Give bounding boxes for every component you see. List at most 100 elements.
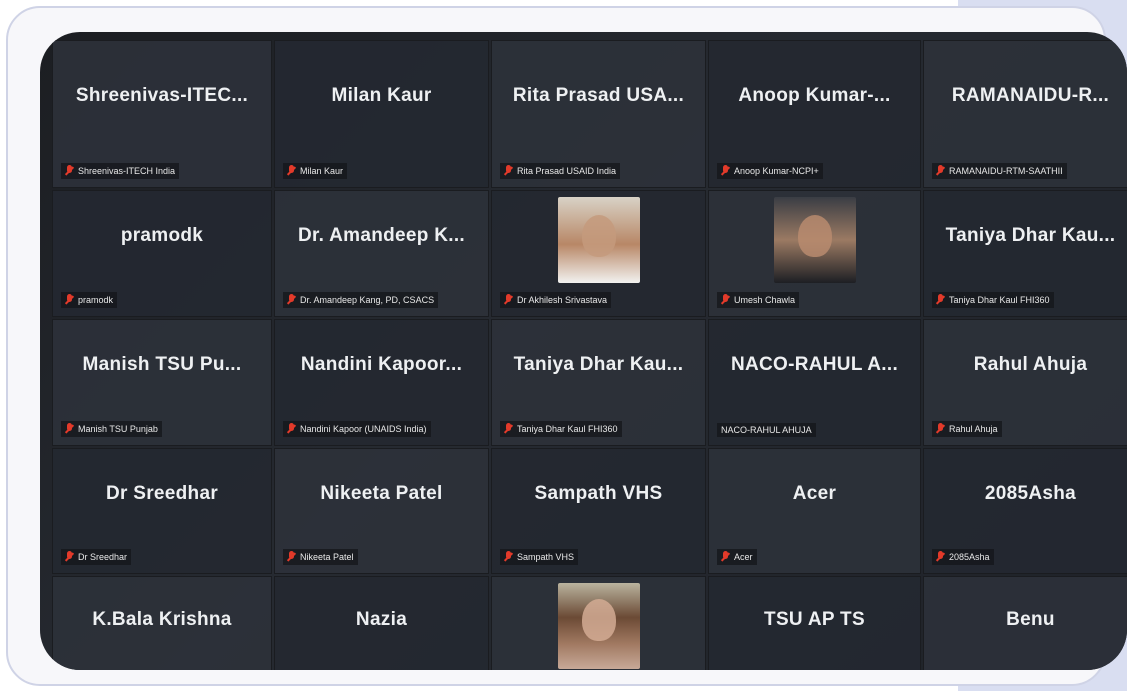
- participant-name-tag: 2085Asha: [932, 549, 994, 565]
- mic-muted-icon: [65, 294, 74, 306]
- participant-tag-label: Nikeeta Patel: [300, 552, 354, 562]
- participant-face: [797, 215, 832, 257]
- participant-name-tag: Dr Akhilesh Srivastava: [500, 292, 612, 308]
- participant-tile[interactable]: Shreenivas-ITEC... Shreenivas-ITECH India: [52, 40, 272, 188]
- participant-name-tag: Dr. Amandeep Kang, PD, CSACS: [283, 292, 439, 308]
- participant-name-tag: NACO-RAHUL AHUJA: [717, 423, 816, 437]
- mic-muted-icon: [936, 294, 945, 306]
- participant-tile[interactable]: Taniya Dhar Kau... Taniya Dhar Kaul FHI36…: [923, 190, 1127, 317]
- mic-muted-icon: [504, 165, 513, 177]
- participant-tile[interactable]: Acer Acer: [708, 448, 921, 574]
- participant-tag-label: Rahul Ahuja: [949, 424, 998, 434]
- participant-tag-label: Manish TSU Punjab: [78, 424, 158, 434]
- mic-muted-icon: [504, 551, 513, 563]
- participant-tag-label: Sampath VHS: [517, 552, 575, 562]
- participant-display-name: Rita Prasad USA...: [512, 85, 685, 107]
- participant-name-tag: Sampath VHS: [500, 549, 579, 565]
- participant-display-name: Dr Sreedhar: [105, 482, 219, 504]
- participant-name-tag: Nandini Kapoor (UNAIDS India): [283, 421, 431, 437]
- mic-muted-icon: [287, 551, 296, 563]
- mic-muted-icon: [65, 423, 74, 435]
- participant-tile[interactable]: BenuBenu: [923, 576, 1127, 670]
- participant-tag-label: Shreenivas-ITECH India: [78, 166, 176, 176]
- participant-tile[interactable]: 2085Asha 2085Asha: [923, 448, 1127, 574]
- participant-name-tag: Shreenivas-ITECH India: [61, 163, 180, 179]
- participant-display-name: NACO-RAHUL A...: [730, 354, 899, 375]
- participant-display-name: pramodk: [120, 225, 204, 246]
- participant-display-name: TSU AP TS: [764, 609, 865, 631]
- participant-display-name: Manish TSU Pu...: [82, 354, 242, 375]
- participant-tile[interactable]: Sampath VHS Sampath VHS: [491, 448, 706, 574]
- participant-tag-label: pramodk: [78, 295, 114, 305]
- participant-tile[interactable]: Dr Sreedhar Dr Sreedhar: [52, 448, 272, 574]
- participant-tile[interactable]: Rahul Ahuja Rahul Ahuja: [923, 319, 1127, 446]
- participant-gallery-grid: Shreenivas-ITEC... Shreenivas-ITECH India…: [52, 40, 1127, 670]
- mic-muted-icon: [65, 551, 74, 563]
- mic-muted-icon: [721, 165, 730, 177]
- participant-name-tag: pramodk: [61, 292, 118, 308]
- mic-muted-icon: [504, 294, 513, 306]
- participant-video-thumbnail: [557, 197, 640, 283]
- participant-display-name: RAMANAIDU-R...: [951, 85, 1110, 107]
- participant-display-name: Taniya Dhar Kau...: [945, 225, 1116, 246]
- participant-display-name: Nikeeta Patel: [320, 482, 443, 504]
- participant-name-tag: Milan Kaur: [283, 163, 348, 179]
- mic-muted-icon: [936, 551, 945, 563]
- participant-name-tag: Umesh Chawla: [717, 292, 800, 308]
- participant-tag-label: Acer: [734, 552, 753, 562]
- participant-name-tag: RAMANAIDU-RTM-SAATHII: [932, 163, 1067, 179]
- participant-tile[interactable]: Nandini Kapoor... Nandini Kapoor (UNAIDS …: [274, 319, 489, 446]
- meeting-screen: Shreenivas-ITEC... Shreenivas-ITECH India…: [40, 32, 1127, 670]
- participant-display-name: Taniya Dhar Kau...: [513, 354, 684, 375]
- participant-tag-label: Dr Sreedhar: [78, 552, 128, 562]
- participant-tile[interactable]: Milan Kaur Milan Kaur: [274, 40, 489, 188]
- participant-display-name: K.Bala Krishna: [92, 609, 232, 631]
- participant-tile[interactable]: RAMANAIDU-R... RAMANAIDU-RTM-SAATHII: [923, 40, 1127, 188]
- mic-muted-icon: [287, 165, 296, 177]
- participant-display-name: Benu: [1006, 609, 1055, 631]
- participant-display-name: Nazia: [355, 609, 408, 631]
- participant-display-name: 2085Asha: [984, 482, 1077, 504]
- participant-tile[interactable]: pramodk pramodk: [52, 190, 272, 317]
- participant-name-tag: Anoop Kumar-NCPI+: [717, 163, 823, 179]
- participant-tile[interactable]: NACO-RAHUL A... NACO-RAHUL AHUJA: [708, 319, 921, 446]
- participant-video-thumbnail: [773, 197, 856, 283]
- participant-tile[interactable]: NaziaNazia: [274, 576, 489, 670]
- participant-display-name: Acer: [792, 482, 837, 504]
- participant-tile[interactable]: Anoop Kumar-... Anoop Kumar-NCPI+: [708, 40, 921, 188]
- participant-name-tag: Dr Sreedhar: [61, 549, 132, 565]
- mic-muted-icon: [65, 165, 74, 177]
- participant-tile[interactable]: K.Bala KrishnaK.Bala Krishna: [52, 576, 272, 670]
- participant-name-tag: Acer: [717, 549, 757, 565]
- participant-tile[interactable]: Dr Akhilesh Srivastava: [491, 190, 706, 317]
- mic-muted-icon: [721, 294, 730, 306]
- participant-tile[interactable]: Umesh Chawla: [708, 190, 921, 317]
- participant-name-tag: Rahul Ahuja: [932, 421, 1002, 437]
- mic-muted-icon: [721, 551, 730, 563]
- participant-display-name: Anoop Kumar-...: [738, 85, 891, 107]
- mic-muted-icon: [287, 294, 296, 306]
- participant-tile[interactable]: Dr. Shikha Dhawan: [491, 576, 706, 670]
- participant-face: [581, 215, 616, 257]
- participant-tile[interactable]: Taniya Dhar Kau... Taniya Dhar Kaul FHI36…: [491, 319, 706, 446]
- participant-tag-label: RAMANAIDU-RTM-SAATHII: [949, 166, 1063, 176]
- participant-tile[interactable]: Rita Prasad USA... Rita Prasad USAID Indi…: [491, 40, 706, 188]
- participant-display-name: Milan Kaur: [331, 85, 432, 107]
- participant-display-name: Nandini Kapoor...: [300, 354, 463, 375]
- participant-tile[interactable]: Nikeeta Patel Nikeeta Patel: [274, 448, 489, 574]
- participant-tile[interactable]: Dr. Amandeep K... Dr. Amandeep Kang, PD, …: [274, 190, 489, 317]
- participant-video-thumbnail: [557, 583, 640, 669]
- mic-muted-icon: [287, 423, 296, 435]
- participant-name-tag: Taniya Dhar Kaul FHI360: [932, 292, 1054, 308]
- participant-tile[interactable]: TSU AP TSTSU AP TS: [708, 576, 921, 670]
- participant-tag-label: 2085Asha: [949, 552, 990, 562]
- participant-name-tag: Rita Prasad USAID India: [500, 163, 621, 179]
- participant-tag-label: Dr. Amandeep Kang, PD, CSACS: [300, 295, 435, 305]
- participant-name-tag: Taniya Dhar Kaul FHI360: [500, 421, 622, 437]
- participant-tag-label: NACO-RAHUL AHUJA: [721, 425, 812, 435]
- participant-tag-label: Umesh Chawla: [734, 295, 796, 305]
- mic-muted-icon: [936, 165, 945, 177]
- participant-display-name: Dr. Amandeep K...: [298, 225, 465, 246]
- participant-display-name: Rahul Ahuja: [973, 354, 1088, 375]
- participant-tile[interactable]: Manish TSU Pu... Manish TSU Punjab: [52, 319, 272, 446]
